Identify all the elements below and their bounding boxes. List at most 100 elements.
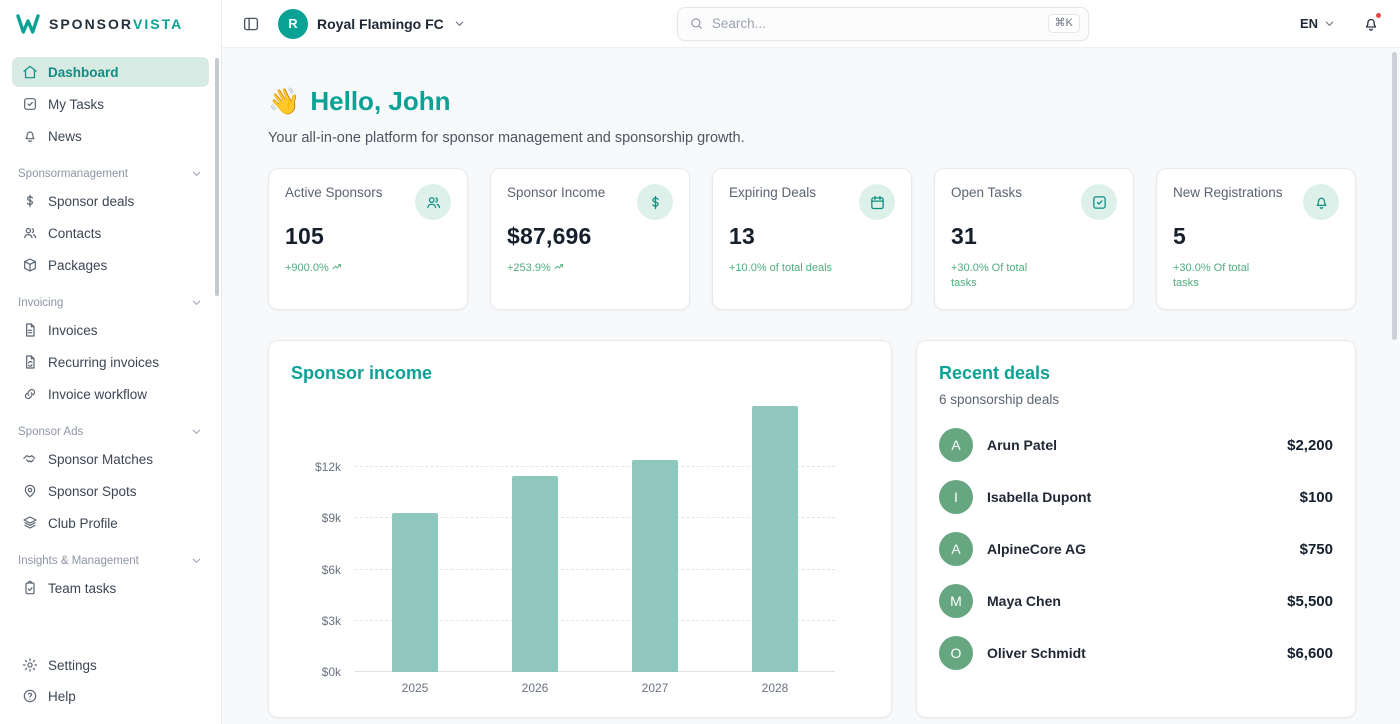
recent-deals-card: Recent deals 6 sponsorship deals AArun P… — [916, 340, 1356, 718]
sidebar-item-invoice-workflow[interactable]: Invoice workflow — [12, 379, 209, 409]
team-avatar: R — [278, 9, 308, 39]
trend-up-icon — [553, 261, 565, 273]
logo[interactable]: SPONSORVISTA — [0, 0, 221, 48]
bars-group — [355, 402, 835, 672]
search-icon — [689, 16, 704, 31]
users-icon — [22, 225, 38, 241]
sidebar-section-label: Insights & Management — [18, 555, 139, 567]
bar-2028[interactable] — [752, 406, 798, 673]
dollar-icon — [22, 193, 38, 209]
sidebar-section-label: Invoicing — [18, 297, 63, 309]
file-icon — [22, 322, 38, 338]
deal-row[interactable]: IIsabella Dupont$100 — [939, 471, 1333, 523]
sidebar-item-my-tasks[interactable]: My Tasks — [12, 89, 209, 119]
sidebar-item-label: Invoice workflow — [48, 387, 147, 402]
panel-toggle-icon — [242, 15, 260, 33]
stat-card-sponsor-income: Sponsor Income$87,696+253.9% — [490, 168, 690, 310]
search-box[interactable]: ⌘K — [677, 7, 1089, 41]
stat-label: New Registrations — [1173, 184, 1283, 202]
deal-avatar: I — [939, 480, 973, 514]
sidebar-item-label: Team tasks — [48, 581, 116, 596]
sidebar-item-label: Invoices — [48, 323, 98, 338]
sidebar-item-invoices[interactable]: Invoices — [12, 315, 209, 345]
language-selector[interactable]: EN — [1300, 16, 1336, 31]
x-axis-label: 2026 — [475, 681, 595, 695]
deal-avatar: A — [939, 532, 973, 566]
sidebar-item-dashboard[interactable]: Dashboard — [12, 57, 209, 87]
sidebar-item-packages[interactable]: Packages — [12, 250, 209, 280]
sidebar-item-label: News — [48, 129, 82, 144]
chevron-down-icon — [190, 425, 203, 438]
language-label: EN — [1300, 16, 1318, 31]
sidebar-item-sponsor-deals[interactable]: Sponsor deals — [12, 186, 209, 216]
deal-row[interactable]: MMaya Chen$5,500 — [939, 575, 1333, 627]
sidebar-item-label: Sponsor deals — [48, 194, 134, 209]
sidebar-item-sponsor-spots[interactable]: Sponsor Spots — [12, 476, 209, 506]
right-column: R Royal Flamingo FC ⌘K EN — [222, 0, 1400, 724]
deal-avatar: O — [939, 636, 973, 670]
stat-delta: +30.0% Of total tasks — [1173, 261, 1277, 292]
deal-name: AlpineCore AG — [987, 541, 1286, 557]
y-tick-label: $9k — [295, 511, 341, 525]
sidebar-item-team-tasks[interactable]: Team tasks — [12, 573, 209, 603]
sidebar-item-contacts[interactable]: Contacts — [12, 218, 209, 248]
help-circle-icon — [22, 688, 38, 704]
check-square-icon — [1091, 194, 1108, 211]
users-icon — [425, 194, 442, 211]
team-selector[interactable]: R Royal Flamingo FC — [278, 9, 466, 39]
stat-value: 13 — [729, 223, 895, 250]
chevron-down-icon — [190, 554, 203, 567]
deal-list: AArun Patel$2,200IIsabella Dupont$100 A Al… — [939, 419, 1333, 679]
sidebar-section-sponsor-ads[interactable]: Sponsor Ads — [14, 425, 207, 438]
chevron-down-icon — [190, 296, 203, 309]
home-icon — [22, 64, 38, 80]
bar-2026[interactable] — [512, 476, 558, 672]
deal-row[interactable]: AAlpineCore AG$750 — [939, 523, 1333, 575]
sidebar-item-news[interactable]: News — [12, 121, 209, 151]
recent-deals-title: Recent deals — [939, 363, 1333, 384]
sidebar: SPONSORVISTA Dashboard My Tasks News Sponso… — [0, 0, 222, 724]
sidebar-item-label: Sponsor Matches — [48, 452, 153, 467]
sidebar-item-help[interactable]: Help — [12, 681, 209, 711]
sidebar-item-label: My Tasks — [48, 97, 104, 112]
bar-2027[interactable] — [632, 460, 678, 672]
sidebar-scrollbar[interactable] — [215, 58, 219, 296]
stat-delta: +253.9% — [507, 261, 611, 276]
sidebar-item-sponsor-matches[interactable]: Sponsor Matches — [12, 444, 209, 474]
search-area: ⌘K — [484, 7, 1282, 41]
sidebar-item-label: Dashboard — [48, 65, 119, 80]
sidebar-item-recurring-invoices[interactable]: Recurring invoices — [12, 347, 209, 377]
stat-card-active-sponsors: Active Sponsors105+900.0% — [268, 168, 468, 310]
sponsor-income-card: Sponsor income $0k$3k$6k$9k$12k 20252026… — [268, 340, 892, 718]
sidebar-item-label: Club Profile — [48, 516, 118, 531]
deal-row[interactable]: OOliver Schmidt$6,600 — [939, 627, 1333, 679]
y-tick-label: $3k — [295, 614, 341, 628]
deal-amount: $2,200 — [1287, 437, 1333, 454]
chevron-down-icon — [1323, 17, 1336, 30]
sidebar-item-settings[interactable]: Settings — [12, 650, 209, 680]
stat-delta: +30.0% Of total tasks — [951, 261, 1055, 292]
sidebar-toggle-button[interactable] — [242, 15, 260, 33]
chart-x-axis: 2025202620272028 — [355, 681, 835, 695]
sidebar-section-sponsormanagement[interactable]: Sponsormanagement — [14, 167, 207, 180]
dollar-icon-badge — [637, 184, 673, 220]
y-tick-label: $6k — [295, 563, 341, 577]
bar-2025[interactable] — [392, 513, 438, 672]
search-input[interactable] — [712, 16, 1040, 31]
deal-row[interactable]: AArun Patel$2,200 — [939, 419, 1333, 471]
trend-up-icon — [331, 261, 343, 273]
sidebar-nav: Dashboard My Tasks News Sponsormanagement Sp… — [0, 48, 221, 724]
notifications-button[interactable] — [1362, 15, 1380, 33]
team-name: Royal Flamingo FC — [317, 16, 444, 32]
sidebar-item-club-profile[interactable]: Club Profile — [12, 508, 209, 538]
sidebar-section-invoicing[interactable]: Invoicing — [14, 296, 207, 309]
recent-deals-subtitle: 6 sponsorship deals — [939, 392, 1333, 407]
calendar-icon-badge — [859, 184, 895, 220]
sidebar-section-insights-management[interactable]: Insights & Management — [14, 554, 207, 567]
sponsor-income-chart: $0k$3k$6k$9k$12k 2025202620272028 — [291, 402, 869, 695]
page-scrollbar[interactable] — [1392, 52, 1397, 340]
deal-name: Maya Chen — [987, 593, 1273, 609]
app-root: SPONSORVISTA Dashboard My Tasks News Sponso… — [0, 0, 1400, 724]
stat-value: 105 — [285, 223, 451, 250]
deal-amount: $100 — [1300, 489, 1333, 506]
